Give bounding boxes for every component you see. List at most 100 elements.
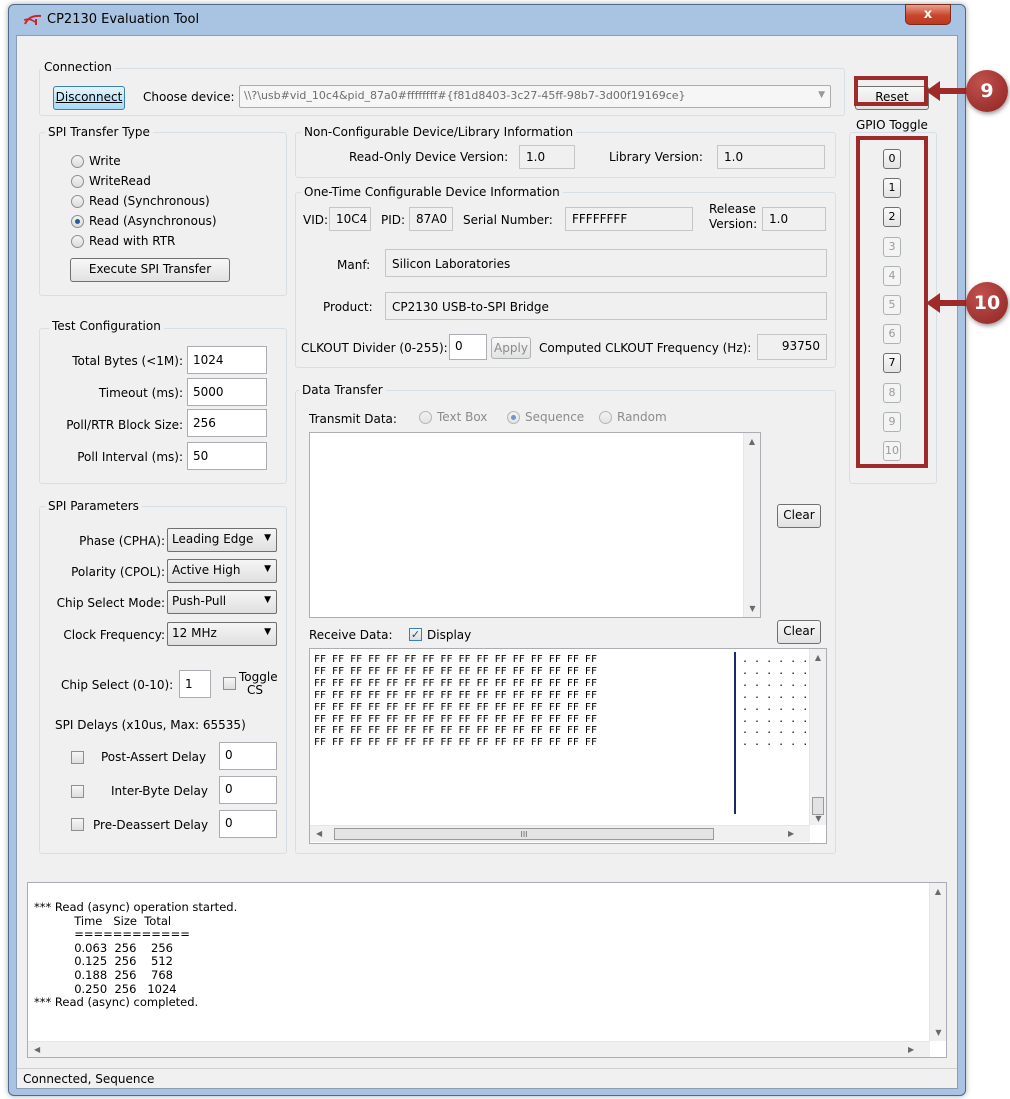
vid-field: 10C4 xyxy=(329,207,371,231)
choose-device-label: Choose device: xyxy=(143,90,235,104)
log-output[interactable]: *** Read (async) operation started. Time… xyxy=(27,882,947,1058)
receive-data-view[interactable]: FF FF FF FF FF FF FF FF FF FF FF FF FF F… xyxy=(309,648,827,844)
serial-number-field: FFFFFFFF xyxy=(565,207,693,231)
release-label-line2: Version: xyxy=(709,217,758,231)
toggle-cs-checkbox[interactable] xyxy=(223,677,236,690)
log-line: 0.125 256 512 xyxy=(34,954,173,969)
polarity-select[interactable]: Active High ▼ xyxy=(167,559,277,583)
transmit-data-textarea[interactable]: ▲ ▼ xyxy=(309,432,761,618)
close-window-button[interactable]: x xyxy=(905,4,951,25)
disconnect-button[interactable]: Disconnect xyxy=(53,86,125,110)
text-box-radio-label: Text Box xyxy=(437,410,488,424)
scroll-left-icon[interactable]: ◀ xyxy=(34,1045,40,1054)
close-icon: x xyxy=(923,7,933,22)
post-assert-checkbox[interactable] xyxy=(71,751,84,764)
read-rtr-radio[interactable] xyxy=(71,235,84,248)
read-sync-radio[interactable] xyxy=(71,195,84,208)
chip-select-input[interactable]: 1 xyxy=(179,670,211,698)
timeout-input[interactable]: 5000 xyxy=(187,378,267,406)
text-box-radio[interactable] xyxy=(419,411,432,424)
chevron-down-icon: ▼ xyxy=(264,595,271,605)
log-hscrollbar[interactable]: ◀ ▶ xyxy=(28,1041,930,1057)
scroll-up-icon[interactable]: ▲ xyxy=(744,437,760,446)
receive-ascii-row: . . . . . . . xyxy=(742,689,821,701)
clock-frequency-label: Clock Frequency: xyxy=(63,628,165,642)
receive-hex-row: FF FF FF FF FF FF FF FF FF FF FF FF FF F… xyxy=(314,654,597,665)
chevron-down-icon: ▼ xyxy=(264,627,271,637)
inter-byte-input[interactable]: 0 xyxy=(219,776,277,804)
scroll-down-icon[interactable]: ▼ xyxy=(810,814,826,823)
timeout-label: Timeout (ms): xyxy=(98,386,183,400)
phase-select[interactable]: Leading Edge ▼ xyxy=(167,528,277,552)
pre-deassert-checkbox[interactable] xyxy=(71,818,84,831)
status-text: Connected, Sequence xyxy=(23,1072,155,1086)
read-async-radio[interactable] xyxy=(71,215,84,228)
app-window: CP2130 Evaluation Tool x Connection Disc… xyxy=(8,4,966,1096)
clkout-divider-label: CLKOUT Divider (0-255): xyxy=(301,341,448,355)
writeread-radio[interactable] xyxy=(71,175,84,188)
clear-receive-button[interactable]: Clear xyxy=(777,620,821,644)
receive-ascii-row: . . . . . . . xyxy=(742,725,821,737)
chip-select-label: Chip Select (0-10): xyxy=(61,678,174,692)
read-sync-radio-label: Read (Synchronous) xyxy=(89,194,210,208)
polarity-select-value: Active High xyxy=(172,563,241,577)
transmit-scrollbar[interactable]: ▲ ▼ xyxy=(743,433,760,617)
phase-select-value: Leading Edge xyxy=(172,532,254,546)
scroll-up-icon[interactable]: ▲ xyxy=(930,887,946,896)
product-label: Product: xyxy=(323,300,373,314)
receive-hex-row: FF FF FF FF FF FF FF FF FF FF FF FF FF F… xyxy=(314,677,597,689)
post-assert-input[interactable]: 0 xyxy=(219,742,277,770)
scroll-down-icon[interactable]: ▼ xyxy=(930,1028,946,1037)
receive-vscroll-thumb[interactable] xyxy=(812,797,824,815)
write-radio[interactable] xyxy=(71,155,84,168)
receive-hex-row: FF FF FF FF FF FF FF FF FF FF FF FF FF F… xyxy=(314,737,597,749)
clear-transmit-button[interactable]: Clear xyxy=(777,504,821,528)
clock-frequency-select-value: 12 MHz xyxy=(172,626,217,640)
computed-clkout-label: Computed CLKOUT Frequency (Hz): xyxy=(539,341,752,355)
receive-vscrollbar[interactable]: ▲ ▼ xyxy=(809,649,826,825)
scroll-up-icon[interactable]: ▲ xyxy=(810,653,826,662)
silicon-labs-logo-icon xyxy=(23,14,42,25)
cs-mode-select[interactable]: Push-Pull ▼ xyxy=(167,590,277,614)
clear-transmit-label: Clear xyxy=(783,508,815,522)
apply-label: Apply xyxy=(494,341,528,355)
receive-hscrollbar[interactable]: ◀ III ▶ xyxy=(310,825,810,842)
product-field: CP2130 USB-to-SPI Bridge xyxy=(385,292,827,320)
apply-button[interactable]: Apply xyxy=(491,337,531,359)
device-select[interactable]: \\?\usb#vid_10c4&pid_87a0#ffffffff#{f81d… xyxy=(239,85,831,108)
cs-mode-select-value: Push-Pull xyxy=(172,594,227,608)
write-radio-label: Write xyxy=(89,154,121,168)
main-panel: Connection Disconnect Choose device: \\?… xyxy=(16,35,958,1089)
clock-frequency-select[interactable]: 12 MHz ▼ xyxy=(167,622,277,646)
clkout-divider-input[interactable]: 0 xyxy=(449,334,487,360)
transmit-data-label: Transmit Data: xyxy=(309,412,397,426)
inter-byte-checkbox[interactable] xyxy=(71,785,84,798)
vid-label: VID: xyxy=(303,213,329,227)
arrow-left-icon xyxy=(926,293,968,313)
scroll-left-icon[interactable]: ◀ xyxy=(316,829,322,838)
sequence-radio[interactable] xyxy=(507,411,520,424)
total-bytes-input[interactable]: 1024 xyxy=(187,346,267,374)
execute-spi-transfer-button[interactable]: Execute SPI Transfer xyxy=(70,258,230,282)
writeread-radio-label: WriteRead xyxy=(89,174,151,188)
device-info-title: Non-Configurable Device/Library Informat… xyxy=(301,125,577,139)
log-line: *** Read (async) completed. xyxy=(34,995,199,1010)
cs-mode-label: Chip Select Mode: xyxy=(56,596,165,610)
receive-ascii-row: . . . . . . . xyxy=(742,654,821,665)
scroll-right-icon[interactable]: ▶ xyxy=(908,1045,914,1054)
log-vscrollbar[interactable]: ▲ ▼ xyxy=(929,883,946,1041)
readonly-version-field: 1.0 xyxy=(519,145,575,169)
chevron-down-icon: ▼ xyxy=(264,533,271,543)
gpio-highlight-box xyxy=(856,136,928,468)
block-size-input[interactable]: 256 xyxy=(187,409,267,437)
display-checkbox[interactable]: ✓ xyxy=(409,628,422,641)
scroll-down-icon[interactable]: ▼ xyxy=(744,604,761,613)
poll-interval-input[interactable]: 50 xyxy=(187,442,267,470)
pid-field: 87A0 xyxy=(409,207,453,231)
hex-ascii-divider xyxy=(734,652,736,814)
scroll-right-icon[interactable]: ▶ xyxy=(788,829,794,838)
status-bar: Connected, Sequence xyxy=(17,1068,957,1088)
pre-deassert-input[interactable]: 0 xyxy=(219,810,277,838)
random-radio[interactable] xyxy=(599,411,612,424)
receive-hscroll-thumb[interactable]: III xyxy=(334,828,714,840)
